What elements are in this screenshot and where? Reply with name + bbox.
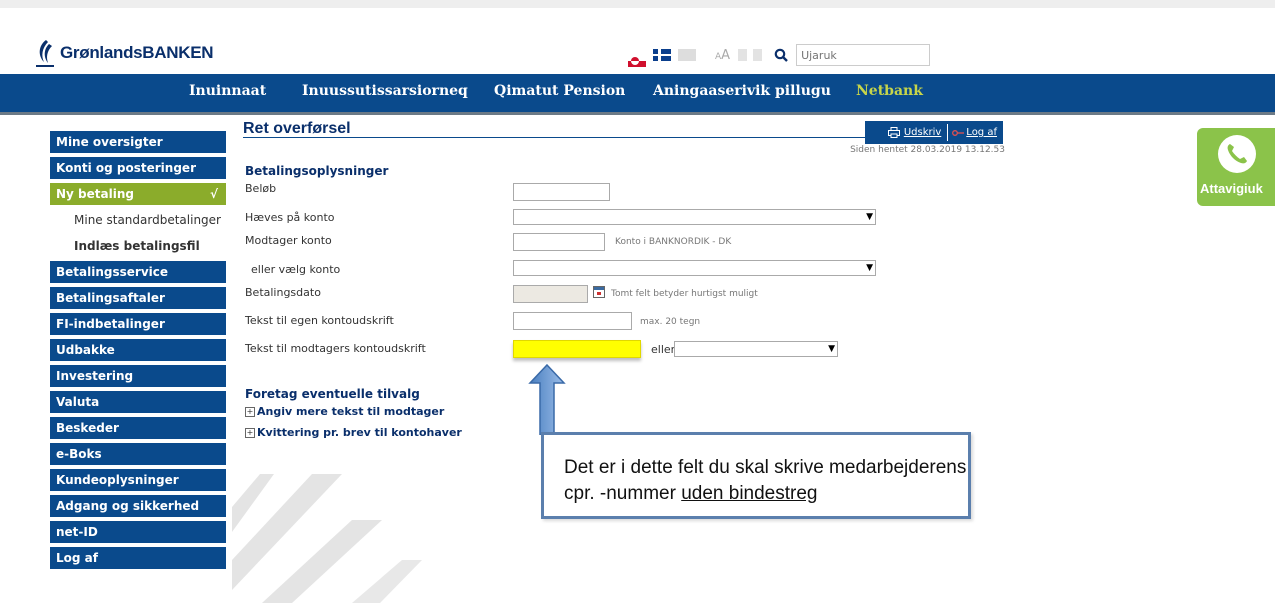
callout-arrow [528,363,566,435]
to-account-hint: Konto i BANKNORDIK - DK [615,237,732,247]
date-input[interactable] [513,285,588,303]
payment-section-title: Betalingsoplysninger [245,164,389,178]
to-account-label: Modtager konto [245,234,332,247]
nav-qimatut-pension[interactable]: Qimatut Pension [494,83,625,99]
sidebar-item-udbakke[interactable]: Udbakke [50,339,226,361]
date-hint: Tomt felt betyder hurtigst muligt [611,289,758,299]
chevron-down-icon: ▼ [866,263,873,273]
sidebar-item-ny-betaling[interactable]: Ny betaling √ [50,183,226,205]
own-text-hint: max. 20 tegn [640,317,701,327]
choose-account-select[interactable]: ▼ [513,260,876,276]
receipt-label: Kvittering pr. brev til kontohaver [257,426,462,439]
expand-icon: + [245,428,255,438]
watermark-logo [232,474,422,603]
amount-label: Beløb [245,182,277,195]
sidebar: Mine oversigter Konti og posteringer Ny … [50,131,226,573]
sidebar-item-beskeder[interactable]: Beskeder [50,417,226,439]
own-text-input[interactable] [513,312,632,330]
options-section-title: Foretag eventuelle tilvalg [245,387,420,401]
denmark-flag-icon[interactable] [653,49,671,61]
sidebar-item-net-id[interactable]: net-ID [50,521,226,543]
calendar-icon[interactable] [593,286,605,298]
print-page-icon[interactable] [753,49,763,61]
page-fetched-time: Siden hentet 28.03.2019 13.12.53 [850,145,1005,155]
callout-underlined-text: uden bindestreg [681,483,818,504]
uk-flag-icon[interactable] [678,49,696,61]
chevron-down-icon: ▼ [866,212,873,222]
instruction-callout: Det er i dette felt du skal skrive medar… [541,432,971,519]
nav-inuussutissarsiorneq[interactable]: Inuussutissarsiorneq [302,83,468,99]
logout-link[interactable]: Log af [966,127,997,138]
font-size-large: A [721,47,731,63]
or-label: eller [651,343,676,356]
more-text-toggle[interactable]: + Angiv mere tekst til modtager [245,405,444,418]
sidebar-item-e-boks[interactable]: e-Boks [50,443,226,465]
contrast-icon[interactable] [738,49,748,61]
check-icon: √ [209,187,218,201]
chevron-down-icon: ▼ [828,344,835,354]
amount-input[interactable] [513,183,610,201]
from-account-label: Hæves på konto [245,211,335,224]
page-toolbox: Udskriv Log af [865,121,1003,144]
logo-text: GrønlandsBANKEN [60,43,214,62]
sidebar-item-konti[interactable]: Konti og posteringer [50,157,226,179]
toolbox-separator [947,124,949,141]
recipient-text-input[interactable] [513,340,641,358]
logo[interactable]: GrønlandsBANKEN [34,38,214,68]
sidebar-item-investering[interactable]: Investering [50,365,226,387]
date-label: Betalingsdato [245,286,321,299]
top-strip [0,0,1275,8]
sidebar-item-betalingsservice[interactable]: Betalingsservice [50,261,226,283]
callout-line-2-prefix: cpr. -nummer [564,483,682,504]
header: GrønlandsBANKEN AA [0,8,1275,74]
expand-icon: + [245,407,255,417]
sidebar-item-mine-oversigter[interactable]: Mine oversigter [50,131,226,153]
printer-icon [887,127,900,138]
sidebar-item-betalingsaftaler[interactable]: Betalingsaftaler [50,287,226,309]
sidebar-item-valuta[interactable]: Valuta [50,391,226,413]
nav-aningaaserivik[interactable]: Aningaaserivik pillugu [653,83,831,99]
page-title: Ret overførsel [243,120,351,137]
call-us-label: Attavigiuk [1200,181,1263,196]
greenland-flag-icon[interactable] [628,49,646,67]
sidebar-item-label: Ny betaling [56,187,134,201]
more-text-label: Angiv mere tekst til modtager [257,405,445,418]
search-input[interactable] [796,44,931,66]
sidebar-item-adgang[interactable]: Adgang og sikkerhed [50,495,226,517]
sidebar-sub-indlaes-fil[interactable]: Indlæs betalingsfil [50,235,226,257]
sidebar-sub-standardbetalinger[interactable]: Mine standardbetalinger [50,209,226,231]
header-tools: AA [628,44,931,67]
key-icon [952,129,965,136]
own-text-label: Tekst til egen kontoudskrift [245,314,394,327]
sidebar-item-log-af[interactable]: Log af [50,547,226,569]
callout-line-2: cpr. -nummer uden bindestreg [564,481,968,507]
nav-inuinnaat[interactable]: Inuinnaat [189,83,266,99]
logo-icon [36,40,54,67]
nav-netbank[interactable]: Netbank [856,83,923,99]
or-choose-label: eller vælg konto [251,263,341,276]
callout-line-1: Det er i dette felt du skal skrive medar… [564,457,967,478]
print-link[interactable]: Udskriv [904,127,941,138]
main-nav: Inuinnaat Inuussutissarsiorneq Qimatut P… [0,74,1275,115]
call-us-button[interactable]: Attavigiuk [1197,128,1275,206]
from-account-select[interactable]: ▼ [513,209,876,225]
phone-icon [1218,135,1256,173]
sidebar-item-kundeoplysninger[interactable]: Kundeoplysninger [50,469,226,491]
recipient-text-select[interactable]: ▼ [674,341,838,357]
sidebar-item-fi-indbetalinger[interactable]: FI-indbetalinger [50,313,226,335]
font-size-toggle[interactable]: AA [715,48,730,63]
receipt-toggle[interactable]: + Kvittering pr. brev til kontohaver [245,426,462,439]
to-account-input[interactable] [513,233,605,251]
search-icon[interactable] [774,48,788,62]
recipient-text-label: Tekst til modtagers kontoudskrift [245,342,426,355]
